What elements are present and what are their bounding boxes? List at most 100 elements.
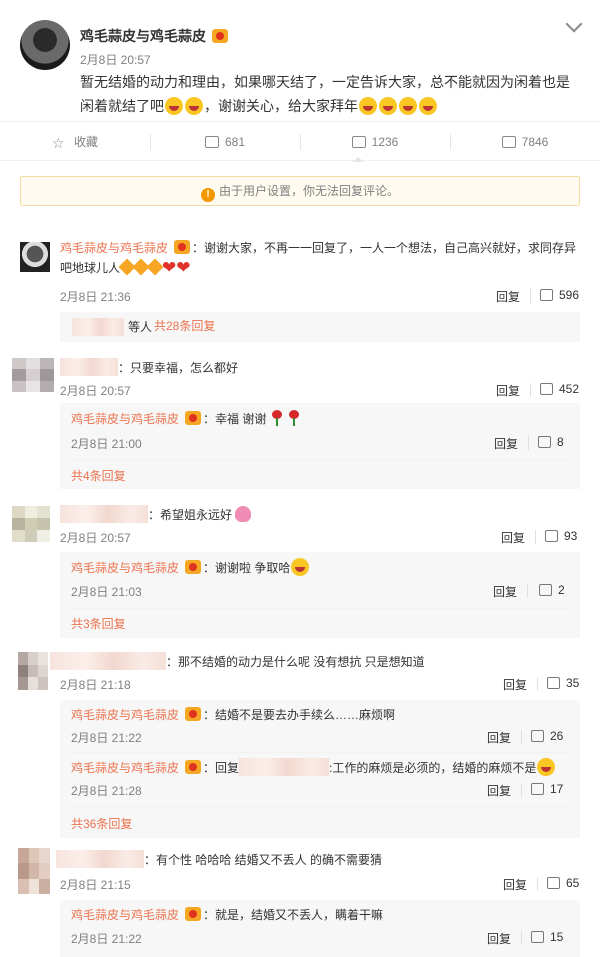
- reply-button[interactable]: 回复: [494, 435, 518, 452]
- favorite-button[interactable]: ☆ 收藏: [0, 122, 150, 162]
- vip-icon: [185, 560, 202, 574]
- laugh-emoji-icon: [165, 97, 183, 115]
- comment-avatar[interactable]: [12, 506, 50, 542]
- star-icon: ☆: [52, 135, 65, 151]
- sub-reply-author[interactable]: 鸡毛蒜皮与鸡毛蒜皮: [71, 708, 179, 722]
- like-button[interactable]: 7846: [450, 122, 600, 162]
- vip-icon: [185, 411, 202, 425]
- post-author-line: 鸡毛蒜皮与鸡毛蒜皮: [80, 26, 228, 46]
- comment-body: 鸡毛蒜皮与鸡毛蒜皮 ：谢谢大家，不再一一回复了，一人一个想法，自己高兴就好，求同存…: [60, 240, 577, 277]
- more-replies-link[interactable]: 共4条回复: [71, 467, 126, 484]
- reply-button[interactable]: 回复: [503, 876, 527, 893]
- sub-replies-summary[interactable]: 等人 共28条回复: [60, 312, 580, 342]
- sub-reply-author[interactable]: 鸡毛蒜皮与鸡毛蒜皮: [71, 412, 179, 426]
- more-replies-link[interactable]: 共36条回复: [71, 815, 132, 832]
- sub-reply-box: 鸡毛蒜皮与鸡毛蒜皮 ：谢谢啦 争取哈 2月8日 21:03 回复 2 共3条回复: [60, 552, 580, 638]
- comment-avatar[interactable]: [18, 848, 50, 894]
- active-tab-indicator: [352, 157, 364, 162]
- blurred-username[interactable]: [239, 758, 330, 776]
- blurred-username[interactable]: [60, 505, 148, 523]
- sub-reply-time: 2月8日 21:22: [71, 731, 142, 745]
- post-author-name[interactable]: 鸡毛蒜皮与鸡毛蒜皮: [80, 28, 206, 44]
- like-icon: [531, 931, 544, 943]
- comment-icon: [351, 136, 366, 148]
- comment-like-button[interactable]: 596: [540, 288, 579, 302]
- blurred-username[interactable]: [50, 652, 166, 670]
- comment-time: 2月8日 20:57: [60, 384, 131, 398]
- grin-emoji-icon: [291, 558, 310, 576]
- vip-icon: [174, 240, 191, 254]
- warning-icon: !: [200, 188, 215, 202]
- post-time[interactable]: 2月8日 20:57: [80, 51, 151, 68]
- reply-button[interactable]: 回复: [487, 782, 511, 799]
- sub-reply-like-button[interactable]: 17: [531, 782, 563, 796]
- blurred-username[interactable]: [56, 850, 144, 868]
- reply-button[interactable]: 回复: [496, 288, 520, 305]
- comment-like-button[interactable]: 65: [547, 876, 579, 890]
- comment-like-button[interactable]: 452: [540, 382, 579, 396]
- kiss-emoji-icon: [419, 97, 437, 115]
- like-icon: [531, 783, 544, 795]
- sub-reply-author[interactable]: 鸡毛蒜皮与鸡毛蒜皮: [71, 908, 179, 922]
- comment-avatar[interactable]: [12, 358, 54, 392]
- post-author-avatar[interactable]: [20, 20, 70, 70]
- vip-icon: [185, 707, 202, 721]
- vip-icon: [185, 760, 202, 774]
- comment-body: ：有个性 哈哈哈 结婚又不丢人 的确不需要猜: [56, 850, 382, 870]
- repost-button[interactable]: 681: [150, 122, 300, 162]
- comment-time: 2月8日 21:18: [60, 678, 131, 692]
- comment-body: ：那不结婚的动力是什么呢 没有想抗 只是想知道: [50, 652, 425, 672]
- sub-reply-author[interactable]: 鸡毛蒜皮与鸡毛蒜皮: [71, 761, 179, 775]
- post-action-bar: ☆ 收藏 681 1236 7846: [0, 121, 600, 161]
- sub-reply-body: 鸡毛蒜皮与鸡毛蒜皮 ：就是，结婚又不丢人，瞒着干嘛: [71, 907, 384, 922]
- sub-reply-body: 鸡毛蒜皮与鸡毛蒜皮 ：回复:工作的麻烦是必须的，结婚的麻烦不是: [71, 758, 556, 778]
- like-icon: [547, 677, 560, 689]
- reply-button[interactable]: 回复: [501, 529, 525, 546]
- sub-reply-box: 鸡毛蒜皮与鸡毛蒜皮 ：结婚不是要去办手续么……麻烦啊 2月8日 21:22 回复 …: [60, 700, 580, 838]
- comment-author[interactable]: 鸡毛蒜皮与鸡毛蒜皮: [60, 241, 168, 255]
- comment-like-button[interactable]: 35: [547, 676, 579, 690]
- sub-reply-time: 2月8日 21:22: [71, 932, 142, 946]
- like-icon: [540, 289, 553, 301]
- post-text: 暂无结婚的动力和理由，如果哪天结了，一定告诉大家，总不能就因为闲着也是 闲着就结…: [80, 74, 570, 115]
- heart-icon: ❤: [162, 258, 177, 277]
- sub-reply-body: 鸡毛蒜皮与鸡毛蒜皮 ：结婚不是要去办手续么……麻烦啊: [71, 707, 396, 722]
- more-replies-link[interactable]: 共3条回复: [71, 615, 126, 632]
- reply-button[interactable]: 回复: [487, 930, 511, 947]
- sub-reply-body: 鸡毛蒜皮与鸡毛蒜皮 ：谢谢啦 争取哈: [71, 558, 310, 578]
- like-icon: [501, 136, 516, 148]
- bow-icon: [146, 258, 164, 276]
- like-icon: [545, 530, 558, 542]
- sub-reply-time: 2月8日 21:00: [71, 437, 142, 451]
- like-icon: [538, 436, 551, 448]
- grin-emoji-icon: [359, 97, 377, 115]
- rose-icon: [287, 410, 301, 426]
- sub-reply-like-button[interactable]: 8: [538, 435, 564, 449]
- heart-icon: ❤: [176, 258, 191, 277]
- sub-reply-author[interactable]: 鸡毛蒜皮与鸡毛蒜皮: [71, 561, 179, 575]
- reply-button[interactable]: 回复: [487, 729, 511, 746]
- more-replies-link[interactable]: 共28条回复: [154, 317, 215, 334]
- kiss-emoji-icon: [399, 97, 417, 115]
- repost-icon: [204, 136, 219, 148]
- grin-emoji-icon: [379, 97, 397, 115]
- like-icon: [540, 383, 553, 395]
- reply-button[interactable]: 回复: [503, 676, 527, 693]
- reply-button[interactable]: 回复: [493, 583, 517, 600]
- blurred-username[interactable]: [60, 358, 118, 376]
- sweat-emoji-icon: [537, 758, 556, 776]
- reply-button[interactable]: 回复: [496, 382, 520, 399]
- comment-like-button[interactable]: 93: [545, 529, 577, 543]
- sub-reply-like-button[interactable]: 15: [531, 930, 563, 944]
- comment-body: ：希望姐永远好: [60, 505, 252, 525]
- comment-avatar[interactable]: [18, 652, 48, 690]
- comment-button[interactable]: 1236: [300, 122, 450, 162]
- sub-reply-time: 2月8日 21:03: [71, 585, 142, 599]
- laugh-emoji-icon: [185, 97, 203, 115]
- sub-reply-like-button[interactable]: 2: [539, 583, 565, 597]
- comment-time: 2月8日 21:36: [60, 290, 131, 304]
- like-icon: [531, 730, 544, 742]
- comment-avatar[interactable]: [20, 242, 50, 272]
- sub-reply-like-button[interactable]: 26: [531, 729, 563, 743]
- chevron-down-icon[interactable]: [565, 15, 583, 33]
